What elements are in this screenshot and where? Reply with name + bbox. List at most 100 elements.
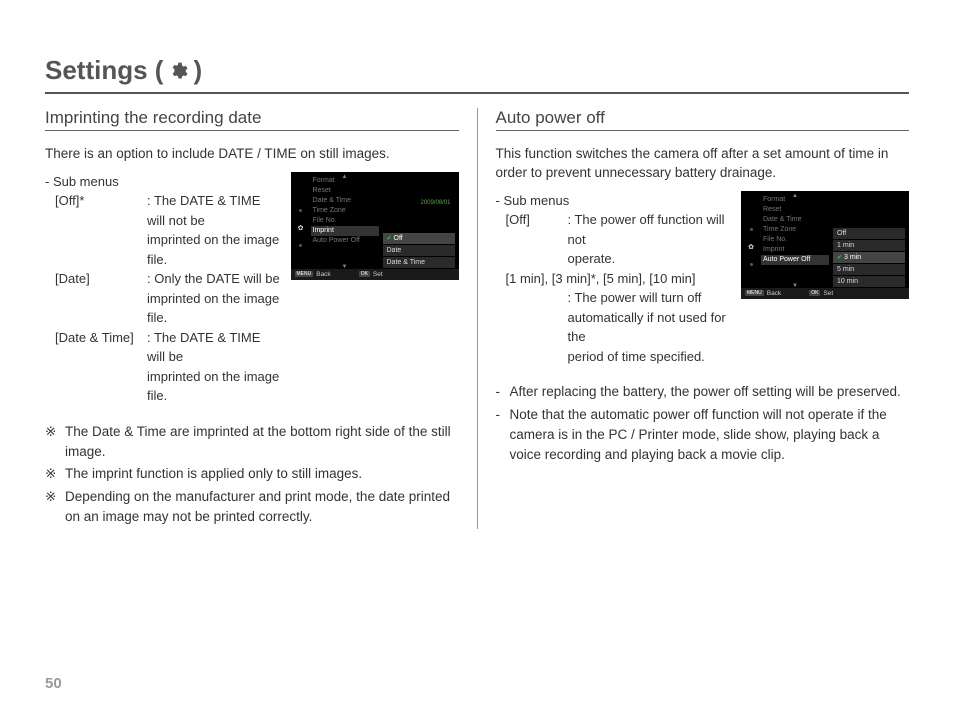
page-number: 50	[45, 675, 62, 692]
submenu-desc: : The power off function will not	[568, 210, 732, 249]
chevron-up-icon: ▲	[342, 174, 348, 180]
submenu-row: [Off]* : The DATE & TIME will not be	[55, 191, 281, 230]
cam-menu-item: Imprint	[761, 245, 829, 255]
cam-menu-item: Time Zone	[761, 225, 829, 235]
intro-imprinting: There is an option to include DATE / TIM…	[45, 145, 459, 164]
submenu-row: imprinted on the image file.	[55, 230, 281, 269]
note-body: Depending on the manufacturer and print …	[65, 487, 459, 528]
note-body: The Date & Time are imprinted at the bot…	[65, 422, 459, 463]
reference-mark-icon: ※	[45, 422, 65, 463]
dot-icon	[750, 228, 753, 231]
cam-right-panel: 2009/08/01 Off Date Date & Time	[383, 176, 455, 280]
cam-menu: ▲ Format Reset Date & Time Time Zone Fil…	[311, 176, 379, 280]
reference-mark-icon: ※	[45, 464, 65, 484]
cam-footer-back: MENU Back	[295, 271, 331, 278]
submenu-desc: period of time specified.	[568, 347, 732, 367]
title-suffix: )	[193, 55, 202, 86]
submenu-row: imprinted on the image file.	[55, 289, 281, 328]
cam-footer-set: OK Set	[359, 271, 383, 278]
column-imprinting: Imprinting the recording date There is a…	[45, 108, 478, 529]
page-title: Settings ( )	[45, 55, 909, 94]
cam-footer-set: OK Set	[809, 290, 833, 297]
section-heading-imprinting: Imprinting the recording date	[45, 108, 459, 131]
cam-option: 5 min	[833, 264, 905, 275]
camera-screenshot-autopoweroff: ✿ ▲ Format Reset Date & Time Time Zone F…	[741, 191, 909, 299]
cam-footer: MENU Back OK Set	[741, 288, 909, 299]
note-line: ※ Depending on the manufacturer and prin…	[45, 487, 459, 528]
submenu-key: [Date & Time]	[55, 328, 147, 367]
notes-imprinting: ※ The Date & Time are imprinted at the b…	[45, 422, 459, 527]
submenu-key	[506, 249, 568, 269]
cam-option-selected: 3 min	[833, 252, 905, 263]
submenu-key-list: [1 min], [3 min]*, [5 min], [10 min]	[506, 269, 732, 289]
dot-icon	[299, 209, 302, 212]
note-line: ※ The Date & Time are imprinted at the b…	[45, 422, 459, 463]
submenu-label: - Sub menus	[45, 172, 281, 192]
note-line: ※ The imprint function is applied only t…	[45, 464, 459, 484]
cam-footer-back-label: Back	[316, 271, 330, 278]
menu-button-icon: MENU	[745, 290, 764, 296]
section-heading-autopoweroff: Auto power off	[496, 108, 910, 131]
reference-mark-icon: ※	[45, 487, 65, 528]
cam-menu-item: Reset	[761, 205, 829, 215]
cam-footer-set-label: Set	[823, 290, 833, 297]
dash-icon: -	[496, 405, 510, 466]
submenu-desc: imprinted on the image file.	[147, 289, 281, 328]
submenu-desc: : The DATE & TIME will be	[147, 328, 281, 367]
cam-options: Off 1 min 3 min 5 min 10 min	[833, 228, 905, 287]
title-prefix: Settings (	[45, 55, 163, 86]
intro-autopoweroff: This function switches the camera off af…	[496, 145, 910, 183]
note-body: The imprint function is applied only to …	[65, 464, 459, 484]
cam-menu-item: Time Zone	[311, 206, 379, 216]
note-line: - After replacing the battery, the power…	[496, 382, 910, 402]
note-body: After replacing the battery, the power o…	[510, 382, 910, 402]
cam-menu-item-active: Auto Power Off	[761, 255, 829, 265]
dot-icon	[750, 263, 753, 266]
submenu-key	[55, 230, 147, 269]
cam-menu-item: Date & Time	[761, 215, 829, 225]
cam-menu-item: Auto Power Off	[311, 236, 379, 246]
cam-menu-item: File No.	[761, 235, 829, 245]
cam-options: Off Date Date & Time	[383, 233, 455, 268]
submenu-desc: operate.	[568, 249, 732, 269]
camera-screenshot-imprint: ✿ ▲ Format Reset Date & Time Time Zone F…	[291, 172, 459, 280]
gear-icon	[167, 60, 189, 82]
cam-footer-set-label: Set	[373, 271, 383, 278]
cam-footer: MENU Back OK Set	[291, 269, 459, 280]
ok-button-icon: OK	[359, 271, 370, 277]
cam-footer-back-label: Back	[767, 290, 781, 297]
submenu-desc: : The DATE & TIME will not be	[147, 191, 281, 230]
cam-sidebar: ✿	[745, 195, 757, 299]
column-autopoweroff: Auto power off This function switches th…	[478, 108, 910, 529]
submenu-key: [Off]*	[55, 191, 147, 230]
submenu-desc: automatically if not used for the	[568, 308, 732, 347]
note-body: Note that the automatic power off functi…	[510, 405, 910, 466]
cam-option: Off	[833, 228, 905, 239]
note-line: - Note that the automatic power off func…	[496, 405, 910, 466]
cam-option: 1 min	[833, 240, 905, 251]
gear-icon: ✿	[748, 243, 754, 251]
submenu-row: [Date] : Only the DATE will be	[55, 269, 281, 289]
ok-button-icon: OK	[809, 290, 820, 296]
content-columns: Imprinting the recording date There is a…	[45, 108, 909, 529]
cam-menu-item: Reset	[311, 186, 379, 196]
cam-menu: ▲ Format Reset Date & Time Time Zone Fil…	[761, 195, 829, 299]
submenu-desc: : Only the DATE will be	[147, 269, 281, 289]
submenu-key: [Date]	[55, 269, 147, 289]
cam-menu-item: Date & Time	[311, 196, 379, 206]
submenu-row: operate.	[506, 249, 732, 269]
cam-option: Date	[383, 245, 455, 256]
cam-right-panel: Off 1 min 3 min 5 min 10 min	[833, 195, 905, 299]
submenu-key: [Off]	[506, 210, 568, 249]
dash-icon: -	[496, 382, 510, 402]
cam-menu-item: File No.	[311, 216, 379, 226]
menu-button-icon: MENU	[295, 271, 314, 277]
submenu-row: [Date & Time] : The DATE & TIME will be	[55, 328, 281, 367]
cam-menu-item-active: Imprint	[311, 226, 379, 236]
submenu-text: - Sub menus [Off]* : The DATE & TIME wil…	[45, 172, 281, 406]
submenu-block-imprinting: - Sub menus [Off]* : The DATE & TIME wil…	[45, 172, 459, 406]
submenu-row: [Off] : The power off function will not	[506, 210, 732, 249]
cam-date-hint: 2009/08/01	[420, 200, 450, 206]
submenu-row: imprinted on the image file.	[55, 367, 281, 406]
cam-option-selected: Off	[383, 233, 455, 244]
